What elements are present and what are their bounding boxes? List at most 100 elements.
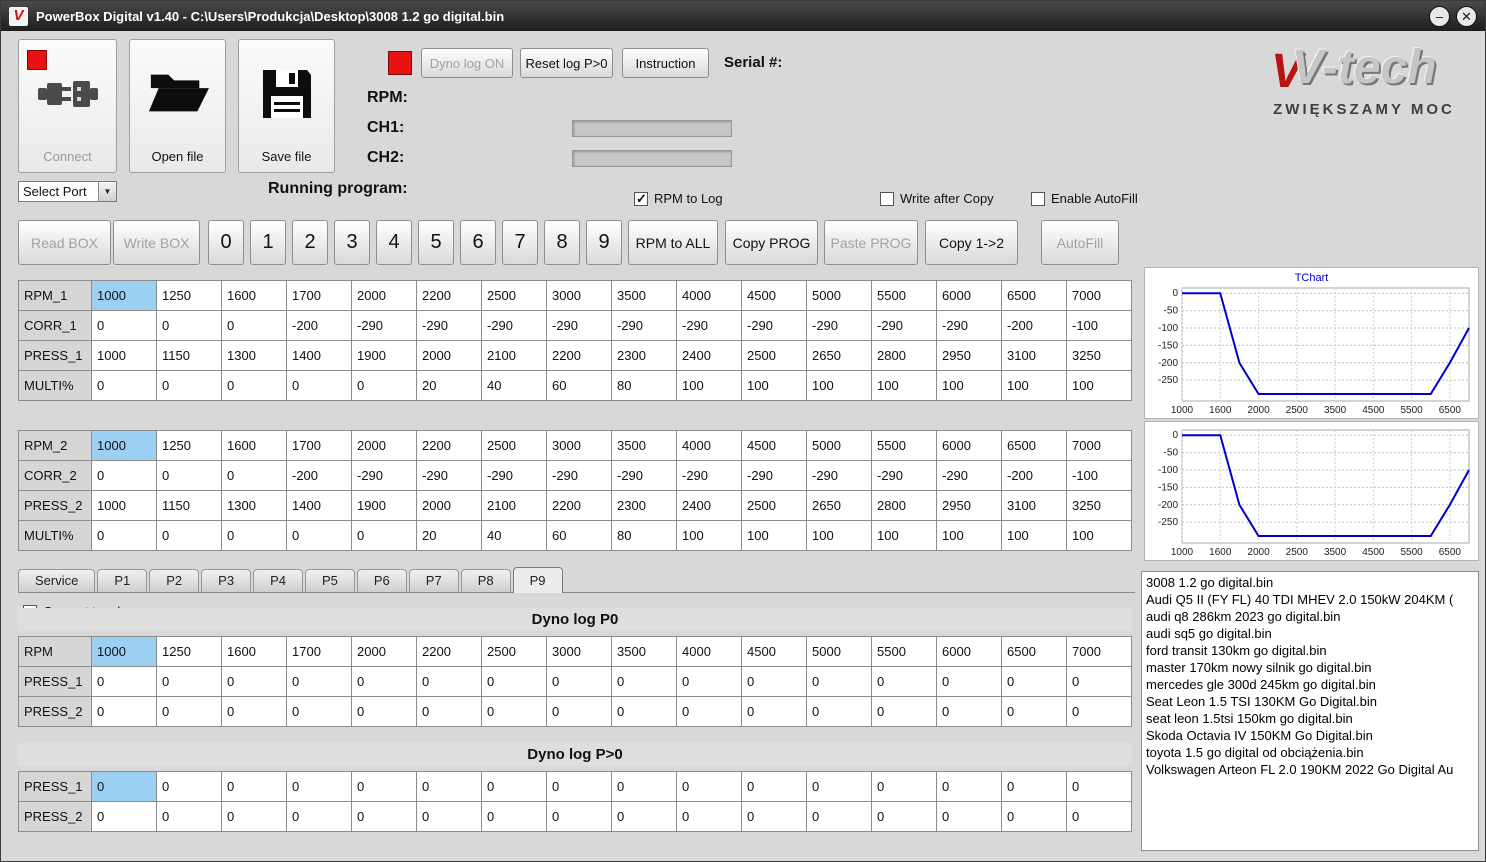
table-cell[interactable]: 2400 <box>677 491 742 521</box>
table-cell[interactable]: 80 <box>612 371 677 401</box>
table-cell[interactable]: 100 <box>1067 521 1132 551</box>
table-cell[interactable]: 100 <box>807 521 872 551</box>
write-after-copy-checkbox[interactable]: Write after Copy <box>880 191 994 206</box>
table-cell[interactable]: 0 <box>1002 802 1067 832</box>
table-cell[interactable]: 0 <box>807 667 872 697</box>
table-cell[interactable]: -290 <box>872 461 937 491</box>
table-cell[interactable]: 0 <box>287 772 352 802</box>
table-cell[interactable]: 0 <box>937 697 1002 727</box>
rpm-to-log-checkbox[interactable]: RPM to Log <box>634 191 723 207</box>
table-cell[interactable]: 1400 <box>287 491 352 521</box>
table-cell[interactable]: 1250 <box>157 431 222 461</box>
table-cell[interactable]: 1700 <box>287 637 352 667</box>
table-cell[interactable]: -290 <box>742 461 807 491</box>
checkbox-icon[interactable] <box>880 191 894 206</box>
table-cell[interactable]: 0 <box>157 371 222 401</box>
table-cell[interactable]: 4000 <box>677 281 742 311</box>
table-cell[interactable]: 0 <box>547 802 612 832</box>
table-cell[interactable]: 0 <box>352 521 417 551</box>
table-cell[interactable]: 0 <box>417 802 482 832</box>
table-cell[interactable]: 2000 <box>417 341 482 371</box>
table-cell[interactable]: 0 <box>677 802 742 832</box>
table-cell[interactable]: 6500 <box>1002 637 1067 667</box>
table-cell[interactable]: 100 <box>937 521 1002 551</box>
table-cell[interactable]: 2950 <box>937 341 1002 371</box>
table-cell[interactable]: 0 <box>872 667 937 697</box>
table-cell[interactable]: 80 <box>612 521 677 551</box>
read-box-button[interactable]: Read BOX <box>18 220 111 265</box>
table-cell[interactable]: -200 <box>1002 461 1067 491</box>
table-cell[interactable]: 0 <box>287 802 352 832</box>
table-cell[interactable]: 0 <box>677 772 742 802</box>
table-cell[interactable]: 0 <box>222 371 287 401</box>
table-cell[interactable]: -290 <box>742 311 807 341</box>
table-cell[interactable]: 5000 <box>807 281 872 311</box>
table-cell[interactable]: 0 <box>222 311 287 341</box>
table-cell[interactable]: 0 <box>677 667 742 697</box>
table-cell[interactable]: 1600 <box>222 637 287 667</box>
table-cell[interactable]: -290 <box>612 461 677 491</box>
table-cell[interactable]: 0 <box>222 802 287 832</box>
digit-button-9[interactable]: 9 <box>586 220 622 265</box>
table-cell[interactable]: 100 <box>742 521 807 551</box>
table-cell[interactable]: 0 <box>352 772 417 802</box>
table-cell[interactable]: 2650 <box>807 341 872 371</box>
table-cell[interactable]: 0 <box>482 667 547 697</box>
tab-p8[interactable]: P8 <box>460 569 511 592</box>
table-cell[interactable]: 0 <box>287 371 352 401</box>
digit-button-4[interactable]: 4 <box>376 220 412 265</box>
file-list-item[interactable]: audi sq5 go digital.bin <box>1142 625 1478 642</box>
table-cell[interactable]: 2800 <box>872 341 937 371</box>
table-cell[interactable]: 2200 <box>417 431 482 461</box>
table-cell[interactable]: -290 <box>677 461 742 491</box>
table-cell[interactable]: 0 <box>482 802 547 832</box>
table-cell[interactable]: 0 <box>157 667 222 697</box>
table-cell[interactable]: 0 <box>92 371 157 401</box>
table-cell[interactable]: 1000 <box>92 491 157 521</box>
table-cell[interactable]: 1300 <box>222 341 287 371</box>
file-list-item[interactable]: Audi Q5 II (FY FL) 40 TDI MHEV 2.0 150kW… <box>1142 591 1478 608</box>
table-cell[interactable]: 4000 <box>677 431 742 461</box>
table-cell[interactable]: 2000 <box>417 491 482 521</box>
table-cell[interactable]: 0 <box>417 772 482 802</box>
table-cell[interactable]: -290 <box>482 311 547 341</box>
table-cell[interactable]: 2200 <box>417 637 482 667</box>
table-cell[interactable]: 2800 <box>872 491 937 521</box>
tab-service[interactable]: Service <box>18 569 96 592</box>
digit-button-0[interactable]: 0 <box>208 220 244 265</box>
table-cell[interactable]: 0 <box>352 371 417 401</box>
table-cell[interactable]: -290 <box>482 461 547 491</box>
table-cell[interactable]: 0 <box>92 311 157 341</box>
table-cell[interactable]: -290 <box>677 311 742 341</box>
table-cell[interactable]: 1600 <box>222 281 287 311</box>
paste-prog-button[interactable]: Paste PROG <box>824 220 918 265</box>
table-cell[interactable]: 0 <box>1002 697 1067 727</box>
select-port-dropdown[interactable]: Select Port <box>18 181 117 202</box>
table-cell[interactable]: 0 <box>1002 667 1067 697</box>
table-cell[interactable]: 3100 <box>1002 341 1067 371</box>
table-cell[interactable]: 0 <box>222 667 287 697</box>
table-cell[interactable]: -290 <box>872 311 937 341</box>
table-cell[interactable]: -290 <box>807 461 872 491</box>
table-cell[interactable]: 3500 <box>612 281 677 311</box>
table-cell[interactable]: 100 <box>807 371 872 401</box>
table-cell[interactable]: 2500 <box>482 431 547 461</box>
table-cell[interactable]: 0 <box>157 311 222 341</box>
table-cell[interactable]: 0 <box>742 697 807 727</box>
table-cell[interactable]: 2400 <box>677 341 742 371</box>
table-cell[interactable]: 0 <box>157 802 222 832</box>
file-list-item[interactable]: 3008 1.2 go digital.bin <box>1142 574 1478 591</box>
file-list-item[interactable]: audi q8 286km 2023 go digital.bin <box>1142 608 1478 625</box>
table-cell[interactable]: 60 <box>547 521 612 551</box>
table-cell[interactable]: 1150 <box>157 341 222 371</box>
table-cell[interactable]: 0 <box>612 697 677 727</box>
table-cell[interactable]: -290 <box>937 461 1002 491</box>
open-file-button[interactable]: Open file <box>129 39 226 173</box>
table-cell[interactable]: 0 <box>547 667 612 697</box>
table-cell[interactable]: -290 <box>547 461 612 491</box>
tab-p1[interactable]: P1 <box>97 569 148 592</box>
table-cell[interactable]: 0 <box>547 772 612 802</box>
table-cell[interactable]: -290 <box>417 461 482 491</box>
table-cell[interactable]: -200 <box>287 461 352 491</box>
reset-log-button[interactable]: Reset log P>0 <box>520 48 613 78</box>
